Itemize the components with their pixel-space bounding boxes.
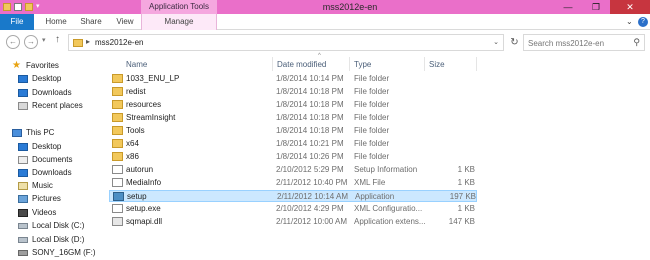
chevron-down-icon[interactable]: ⌄: [493, 38, 499, 46]
close-button[interactable]: ✕: [610, 0, 650, 14]
table-row[interactable]: MediaInfo 2/11/2012 10:40 PM XML File 1 …: [109, 177, 477, 189]
folder-icon: [112, 100, 123, 109]
tab-file[interactable]: File: [0, 14, 34, 30]
column-header-date-modified[interactable]: Date modified: [277, 58, 326, 71]
folder-icon: [112, 126, 123, 135]
forward-button[interactable]: →: [24, 35, 38, 49]
breadcrumb-separator[interactable]: ▸: [86, 37, 90, 46]
table-row[interactable]: StreamInsight 1/8/2014 10:18 PM File fol…: [109, 112, 477, 124]
up-arrow-icon[interactable]: ↑: [55, 34, 60, 45]
window-controls: — ❐ ✕: [554, 0, 650, 14]
column-divider[interactable]: [272, 57, 273, 71]
column-divider[interactable]: [349, 57, 350, 71]
refresh-icon[interactable]: ↻: [507, 35, 522, 50]
table-row[interactable]: autorun 2/10/2012 5:29 PM Setup Informat…: [109, 164, 477, 176]
folder-icon: [112, 113, 123, 122]
chevron-down-icon[interactable]: ▾: [36, 3, 42, 11]
star-icon: ★: [12, 60, 21, 71]
computer-icon: [12, 129, 22, 137]
help-icon[interactable]: ?: [638, 17, 648, 27]
navigation-bar: ← → ▾ ↑ ▸ mss2012e-en ⌄ ↻ ⚲: [0, 31, 650, 53]
breadcrumb[interactable]: mss2012e-en: [95, 38, 143, 47]
column-divider[interactable]: [476, 57, 477, 71]
minimize-button[interactable]: —: [554, 0, 582, 14]
recent-places-icon: [18, 102, 28, 110]
music-icon: [18, 182, 28, 190]
quick-access-toolbar: ▾: [3, 2, 42, 12]
column-header-name[interactable]: Name: [126, 58, 147, 71]
new-folder-icon[interactable]: [25, 3, 33, 11]
setup-info-icon: [112, 165, 123, 174]
downloads-icon: [18, 169, 28, 177]
downloads-icon: [18, 89, 28, 97]
hard-drive-icon: [18, 223, 28, 229]
folder-icon: [112, 152, 123, 161]
context-tab-application-tools: Application Tools: [141, 0, 217, 14]
table-row[interactable]: redist 1/8/2014 10:18 PM File folder: [109, 86, 477, 98]
maximize-button[interactable]: ❐: [582, 0, 610, 14]
navigation-pane: ★ Favorites Desktop Downloads Recent pla…: [12, 60, 96, 257]
column-divider[interactable]: [424, 57, 425, 71]
dll-file-icon: [112, 217, 123, 226]
ribbon-tabs: File Home Share View Manage ⌄ ?: [0, 14, 650, 30]
desktop-icon: [18, 75, 28, 83]
tab-home[interactable]: Home: [38, 14, 74, 30]
documents-icon: [18, 156, 28, 164]
table-row[interactable]: x64 1/8/2014 10:21 PM File folder: [109, 138, 477, 150]
tab-share[interactable]: Share: [74, 14, 108, 30]
file-list: ^ Name Date modified Type Size 1033_ENU_…: [106, 53, 650, 260]
hard-drive-icon: [18, 237, 28, 243]
table-row[interactable]: Tools 1/8/2014 10:18 PM File folder: [109, 125, 477, 137]
table-row[interactable]: 1033_ENU_LP 1/8/2014 10:14 PM File folde…: [109, 73, 477, 85]
table-row[interactable]: x86 1/8/2014 10:26 PM File folder: [109, 151, 477, 163]
properties-icon[interactable]: [14, 3, 22, 11]
desktop-icon: [18, 143, 28, 151]
pictures-icon: [18, 195, 28, 203]
back-button[interactable]: ←: [6, 35, 20, 49]
config-file-icon: [112, 204, 123, 213]
tab-manage[interactable]: Manage: [141, 14, 217, 30]
search-input[interactable]: [528, 37, 628, 49]
usb-drive-icon: [18, 250, 28, 256]
title-bar: ▾ Application Tools mss2012e-en — ❐ ✕: [0, 0, 650, 14]
table-row[interactable]: resources 1/8/2014 10:18 PM File folder: [109, 99, 477, 111]
table-row[interactable]: sqmapi.dll 2/11/2012 10:00 AM Applicatio…: [109, 216, 477, 228]
folder-icon: [73, 39, 83, 47]
folder-icon: [112, 87, 123, 96]
tab-view[interactable]: View: [110, 14, 140, 30]
column-header-size[interactable]: Size: [429, 58, 445, 71]
folder-icon: [112, 74, 123, 83]
search-icon[interactable]: ⚲: [633, 37, 640, 48]
recent-locations-icon[interactable]: ▾: [42, 36, 46, 44]
xml-file-icon: [112, 178, 123, 187]
folder-icon[interactable]: [3, 3, 11, 11]
videos-icon: [18, 209, 28, 217]
column-header-type[interactable]: Type: [354, 58, 371, 71]
chevron-down-icon[interactable]: ⌄: [626, 16, 636, 28]
table-row[interactable]: setup.exe 2/10/2012 4:29 PM XML Configur…: [109, 203, 477, 215]
address-bar[interactable]: ▸ mss2012e-en ⌄: [68, 34, 504, 51]
search-box[interactable]: ⚲: [523, 34, 645, 51]
window-title: mss2012e-en: [322, 2, 378, 12]
application-icon: [113, 192, 124, 201]
folder-icon: [112, 139, 123, 148]
table-row-selected[interactable]: setup 2/11/2012 10:14 AM Application 197…: [109, 190, 477, 202]
